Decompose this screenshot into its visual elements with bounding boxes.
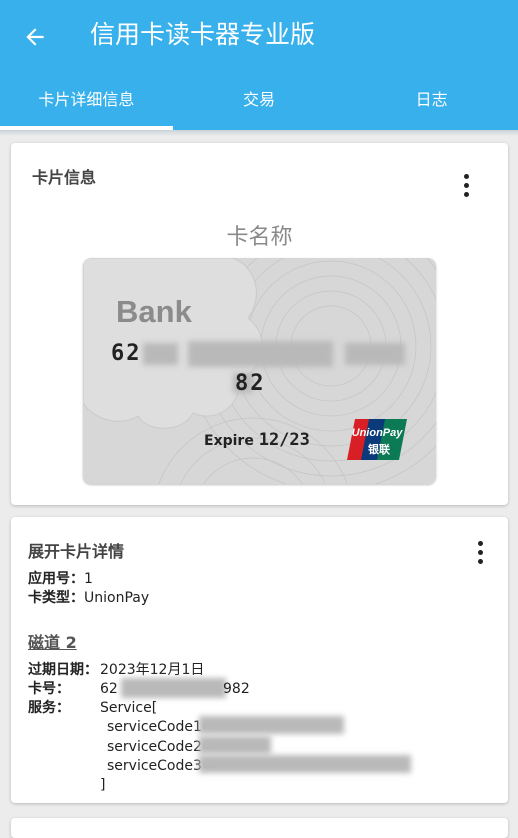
expiry-value: 2023年12月1日: [100, 662, 205, 678]
card-number-redacted: [121, 678, 226, 698]
card-expire: Expire 12/23: [204, 430, 310, 450]
tab-card-details[interactable]: 卡片详细信息: [0, 80, 173, 128]
service-label: 服务：: [28, 700, 70, 716]
more-options-icon[interactable]: [454, 170, 478, 200]
expire-value: 12/23: [258, 430, 310, 450]
app-number-label: 应用号：: [28, 571, 84, 587]
expire-label: Expire: [204, 433, 254, 449]
card-type-label: 卡类型：: [28, 590, 84, 606]
service-open: Service[: [100, 700, 158, 716]
card-number-redacted: [188, 341, 333, 367]
card-info-title: 卡片信息: [32, 168, 97, 187]
card-number-line2: 82: [235, 371, 266, 396]
service-code-2: serviceCode2=: [107, 739, 214, 755]
card-number-prefix: 62: [111, 341, 142, 366]
app-title: 信用卡读卡器专业版: [90, 20, 316, 49]
app-bar: 信用卡读卡器专业版 卡片详细信息 交易 日志: [0, 0, 518, 130]
appbar-shadow: [0, 130, 518, 136]
svg-text:银联: 银联: [368, 442, 390, 456]
card-number-redacted: [345, 343, 405, 365]
tab-log[interactable]: 日志: [345, 80, 518, 128]
card-number-prefix-text: 62: [100, 681, 118, 697]
more-options-icon[interactable]: [468, 537, 492, 567]
service-code-3: serviceCode3=: [107, 758, 214, 774]
card-name: 卡名称: [226, 225, 293, 250]
service-code-redacted: [199, 755, 411, 773]
card-number-suffix-text: 982: [223, 681, 250, 697]
unionpay-logo: UnionPay 银联: [347, 419, 407, 460]
card-number-label: 卡号：: [28, 681, 70, 697]
details-title: 展开卡片详情: [28, 542, 125, 561]
next-panel: [11, 818, 508, 838]
service-code-redacted: [199, 716, 344, 734]
card-type-value: UnionPay: [84, 590, 150, 606]
tab-bar: 卡片详细信息 交易 日志: [0, 80, 518, 128]
expiry-label: 过期日期：: [28, 662, 98, 678]
app-number-row: 应用号：1: [28, 569, 93, 589]
app-number-value: 1: [84, 571, 93, 587]
service-code-1: serviceCode1=: [107, 719, 214, 735]
bank-label: Bank: [116, 294, 192, 329]
back-arrow-icon[interactable]: [18, 20, 52, 54]
service-close: ]: [100, 777, 106, 793]
bank-card-image: Bank 62 82 Expire 12/23 UnionPay 银联: [83, 258, 436, 484]
card-type-row: 卡类型：UnionPay: [28, 588, 149, 608]
track2-title: 磁道 2: [28, 633, 77, 652]
tab-transactions[interactable]: 交易: [173, 80, 346, 128]
service-code-redacted: [199, 736, 271, 754]
card-info-panel: 卡片信息 卡名称 Bank 62 82 Expire 12/23 UnionPa…: [11, 143, 508, 505]
card-details-panel: 展开卡片详情 应用号：1 卡类型：UnionPay 磁道 2 过期日期： 202…: [11, 517, 508, 803]
svg-text:UnionPay: UnionPay: [352, 427, 404, 439]
card-number-redacted: [143, 343, 178, 365]
